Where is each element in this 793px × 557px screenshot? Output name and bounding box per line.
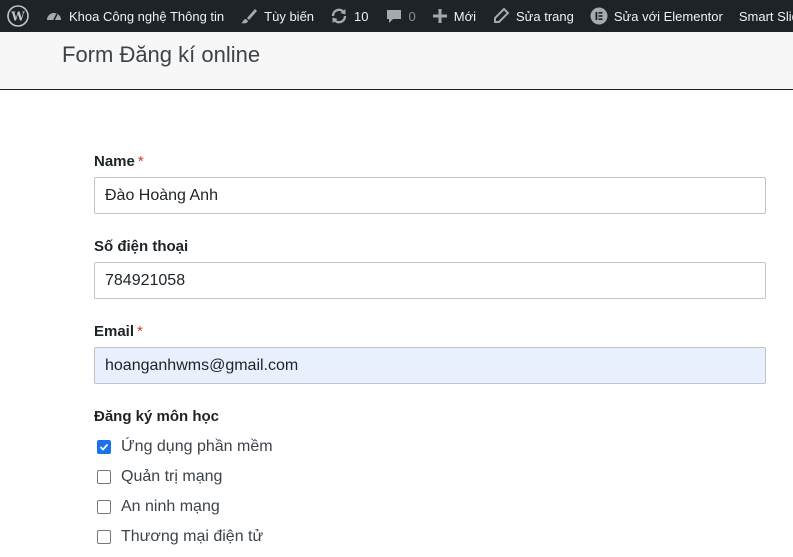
new-label: Mới — [453, 8, 476, 24]
updates-count: 10 — [354, 8, 369, 24]
phone-input[interactable]: 784921058 — [94, 262, 766, 299]
course-checkbox[interactable] — [97, 500, 111, 514]
edit-elementor-label: Sửa với Elementor — [613, 8, 723, 24]
admin-bar: W Khoa Công nghệ Thông tin Tùy biến 10 0 — [0, 0, 793, 32]
dashboard-icon — [47, 13, 61, 21]
updates-menu[interactable]: 10 — [322, 0, 376, 32]
comment-icon — [386, 10, 401, 23]
email-field-label: Email * — [94, 320, 766, 344]
course-checkbox[interactable] — [97, 440, 111, 454]
comments-menu[interactable]: 0 — [377, 0, 424, 32]
required-marker: * — [137, 153, 144, 170]
email-input[interactable]: hoanganhwms@gmail.com — [94, 347, 766, 384]
course-option[interactable]: Ứng dụng phần mềm — [94, 432, 766, 462]
plus-icon — [432, 9, 447, 23]
name-label-text: Name — [94, 153, 135, 170]
email-label-text: Email — [94, 323, 135, 340]
course-option-label: Ứng dụng phần mềm — [121, 438, 273, 455]
smart-slider-menu[interactable]: Smart Slid — [731, 0, 793, 32]
page-title: Form Đăng kí online — [62, 42, 261, 67]
courses-field-label: Đăng ký môn học — [94, 408, 220, 425]
edit-page-menu[interactable]: Sửa trang — [484, 0, 582, 32]
smart-slider-label: Smart Slid — [738, 8, 793, 24]
updates-icon — [331, 8, 347, 24]
name-input[interactable]: Đào Hoàng Anh — [94, 177, 766, 214]
course-option[interactable]: Thương mại điện tử — [94, 522, 766, 552]
course-option-label: Thương mại điện tử — [121, 528, 264, 545]
course-checkbox[interactable] — [97, 530, 111, 544]
registration-form: Name * Đào Hoàng Anh Số điện thoại 784921… — [94, 150, 766, 552]
edit-elementor-menu[interactable]: Sửa với Elementor — [582, 0, 731, 32]
courses-checkbox-group: Ứng dụng phần mềm Quản trị mạng An ninh … — [94, 432, 766, 552]
course-option-label: Quản trị mạng — [121, 468, 223, 485]
customize-label: Tùy biến — [264, 8, 315, 24]
new-content-menu[interactable]: Mới — [424, 0, 484, 32]
pencil-icon — [494, 7, 510, 23]
course-checkbox[interactable] — [97, 470, 111, 484]
checkmark-icon — [99, 443, 109, 451]
name-field-label: Name * — [94, 150, 766, 174]
wordpress-logo-menu[interactable]: W — [0, 0, 37, 32]
edit-page-label: Sửa trang — [516, 8, 574, 24]
comments-count: 0 — [408, 8, 416, 24]
wordpress-icon: W — [7, 5, 29, 27]
site-name-label: Khoa Công nghệ Thông tin — [69, 8, 225, 24]
phone-field-label: Số điện thoại — [94, 238, 189, 255]
elementor-icon — [590, 7, 608, 25]
customize-menu[interactable]: Tùy biến — [232, 0, 322, 32]
course-option[interactable]: An ninh mạng — [94, 492, 766, 522]
svg-text:W: W — [10, 10, 25, 24]
course-option-label: An ninh mạng — [121, 498, 220, 515]
page-header: Form Đăng kí online — [0, 32, 793, 90]
course-option[interactable]: Quản trị mạng — [94, 462, 766, 492]
site-name-menu[interactable]: Khoa Công nghệ Thông tin — [37, 0, 232, 32]
required-marker: * — [137, 323, 143, 340]
brush-icon — [241, 9, 258, 24]
